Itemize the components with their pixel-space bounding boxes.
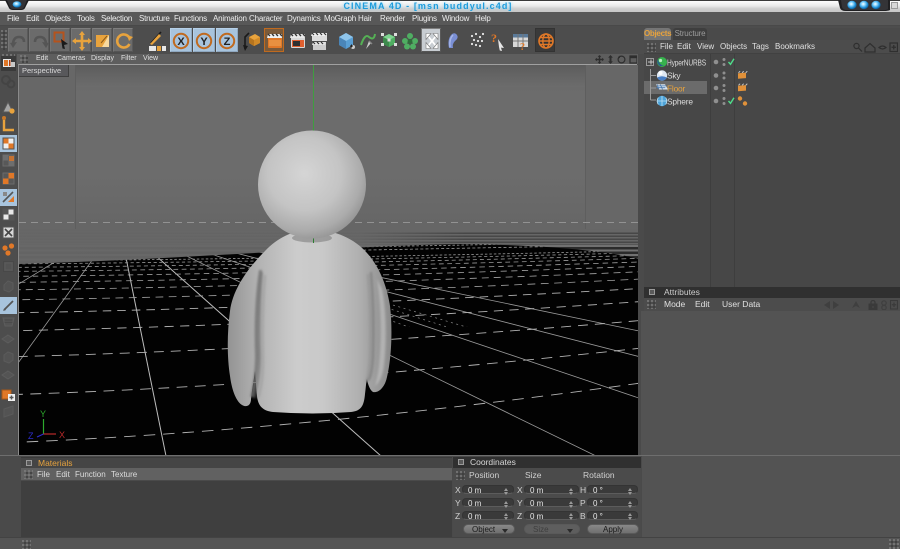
- svg-text:X: X: [177, 36, 185, 48]
- svg-text:Sky: Sky: [667, 71, 681, 81]
- svg-text:HyperNURBS: HyperNURBS: [667, 58, 706, 68]
- svg-text:?: ?: [491, 31, 497, 45]
- svg-text:Floor: Floor: [667, 84, 685, 94]
- svg-text:Y: Y: [40, 409, 46, 419]
- svg-text:Z: Z: [224, 36, 231, 48]
- svg-text:Y: Y: [200, 36, 208, 48]
- svg-text:?: ?: [520, 42, 525, 53]
- svg-text:Sphere: Sphere: [667, 97, 693, 107]
- svg-text:Z: Z: [28, 431, 34, 441]
- svg-text:X: X: [59, 430, 65, 440]
